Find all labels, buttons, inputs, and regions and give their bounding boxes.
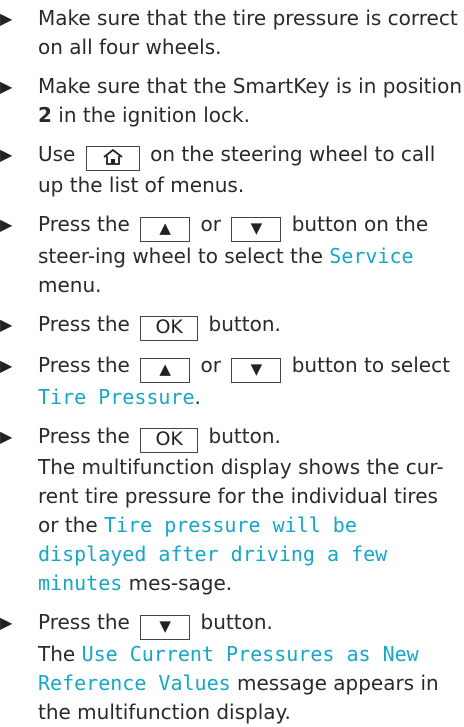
bullet-arrow-icon: ▶ bbox=[0, 427, 13, 446]
step-5: ▶ Press the OK button. bbox=[0, 310, 464, 341]
up-button-key: ▲ bbox=[140, 217, 191, 242]
bullet-arrow-icon: ▶ bbox=[0, 613, 13, 632]
home-icon bbox=[103, 148, 123, 165]
step-text: Press the bbox=[38, 312, 137, 336]
bullet-arrow-icon: ▶ bbox=[0, 77, 13, 96]
step-2: ▶ Make sure that the SmartKey is in posi… bbox=[0, 72, 464, 130]
step-1: ▶ Make sure that the tire pressure is co… bbox=[0, 4, 464, 62]
step-text: menu. bbox=[38, 273, 102, 297]
note-text: The bbox=[38, 642, 82, 666]
instruction-list: ▶ Make sure that the tire pressure is co… bbox=[0, 0, 464, 727]
step-text: Press the bbox=[38, 212, 137, 236]
step-note: The Use Current Pressures as New Referen… bbox=[38, 640, 464, 727]
step-8: ▶ Press the ▼ button. The Use Current Pr… bbox=[0, 608, 464, 727]
step-text: Press the bbox=[38, 610, 137, 634]
step-text: Use bbox=[38, 142, 82, 166]
step-text: Make sure that the SmartKey is in positi… bbox=[38, 74, 462, 98]
bullet-arrow-icon: ▶ bbox=[0, 215, 13, 234]
step-text: in the ignition lock. bbox=[51, 103, 250, 127]
bullet-arrow-icon: ▶ bbox=[0, 315, 13, 334]
step-text: Press the bbox=[38, 353, 137, 377]
note-text: mes-sage. bbox=[122, 571, 233, 595]
step-6: ▶ Press the ▲ or ▼ button to select Tire… bbox=[0, 351, 464, 412]
ignition-position: 2 bbox=[38, 103, 52, 127]
step-text: or bbox=[194, 353, 228, 377]
down-button-key: ▼ bbox=[140, 615, 191, 640]
home-button-key bbox=[85, 146, 140, 171]
step-text: button to select bbox=[285, 353, 450, 377]
step-text: button. bbox=[202, 312, 281, 336]
bullet-arrow-icon: ▶ bbox=[0, 145, 13, 164]
step-3: ▶ Use on the steering wheel to call up t… bbox=[0, 140, 464, 200]
step-text: or bbox=[194, 212, 228, 236]
bullet-arrow-icon: ▶ bbox=[0, 9, 13, 28]
step-note: The multifunction display shows the cur-… bbox=[38, 453, 464, 598]
up-button-key: ▲ bbox=[140, 358, 191, 383]
display-text: Tire Pressure bbox=[38, 385, 195, 409]
down-button-key: ▼ bbox=[231, 217, 282, 242]
step-text: Make sure that the tire pressure is corr… bbox=[38, 6, 458, 59]
step-text: button. bbox=[194, 610, 273, 634]
bullet-arrow-icon: ▶ bbox=[0, 356, 13, 375]
step-4: ▶ Press the ▲ or ▼ button on the steer-i… bbox=[0, 210, 464, 300]
down-button-key: ▼ bbox=[231, 358, 282, 383]
ok-button-key: OK bbox=[140, 316, 199, 341]
step-text: . bbox=[194, 385, 201, 409]
ok-button-key: OK bbox=[140, 428, 199, 453]
display-text: Service bbox=[329, 244, 414, 268]
step-text: Press the bbox=[38, 424, 137, 448]
step-7: ▶ Press the OK button. The multifunction… bbox=[0, 422, 464, 598]
step-text: button. bbox=[202, 424, 281, 448]
